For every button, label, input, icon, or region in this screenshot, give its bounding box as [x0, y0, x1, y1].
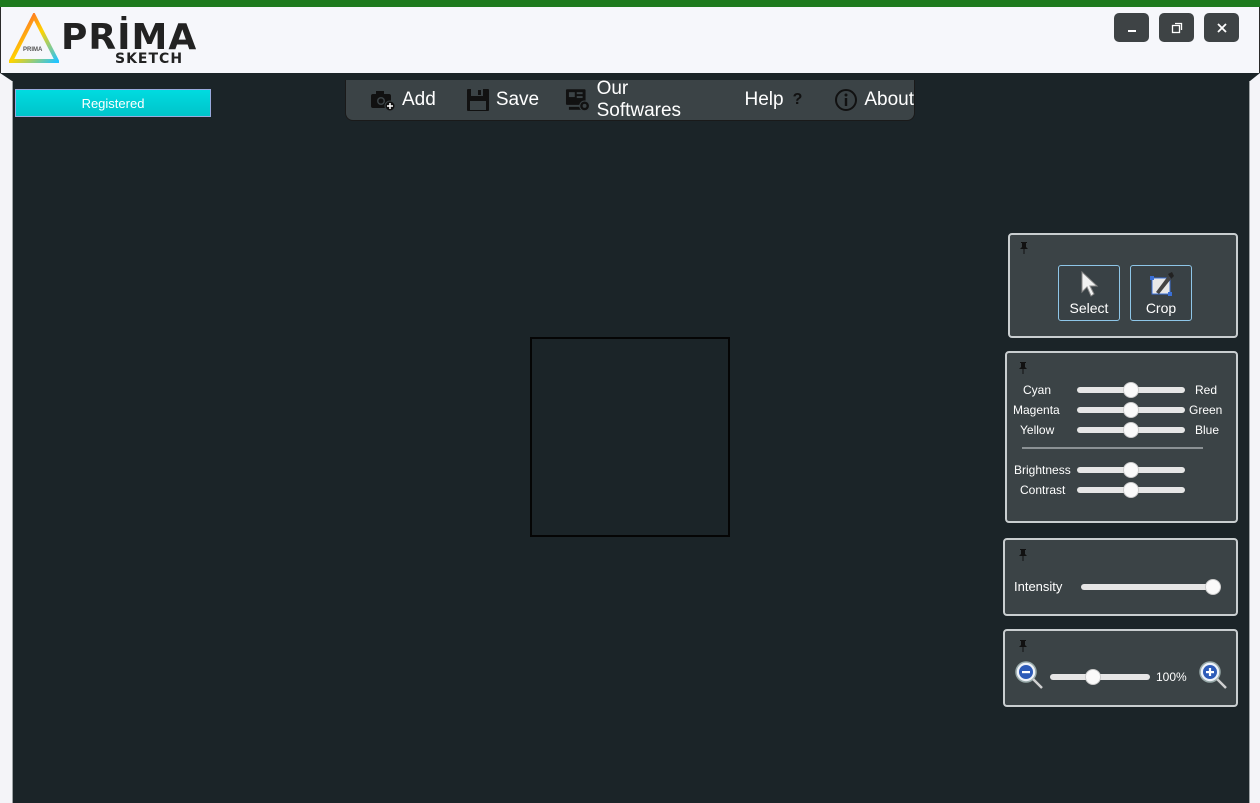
close-icon: [1216, 22, 1227, 33]
restore-icon: [1171, 22, 1182, 33]
zoom-panel: 100%: [1003, 629, 1238, 707]
info-icon: [835, 89, 858, 111]
red-label: Red: [1195, 383, 1218, 397]
camera-add-icon: [371, 91, 396, 112]
slider-knob[interactable]: [1123, 422, 1139, 438]
cursor-arrow-icon: [1081, 270, 1099, 297]
floppy-disk-icon: [466, 89, 489, 111]
main-menu-bar: Add Save Our Softwares Help ? About: [345, 78, 915, 121]
pin-icon[interactable]: [1017, 639, 1029, 653]
logo-subtitle: SKETCH: [115, 51, 184, 67]
cyan-label: Cyan: [1023, 383, 1052, 397]
add-button[interactable]: Add: [370, 80, 436, 120]
intensity-panel: Intensity: [1003, 538, 1238, 616]
window-top-accent: [0, 0, 1260, 7]
software-package-icon: [566, 89, 591, 112]
contrast-slider[interactable]: [1077, 482, 1185, 498]
restore-button[interactable]: [1159, 13, 1194, 42]
crop-tool-label: Crop: [1145, 300, 1177, 316]
title-bar: PRIMA PRİMA SKETCH: [0, 7, 1260, 73]
magenta-label: Magenta: [1013, 403, 1060, 417]
slider-knob[interactable]: [1123, 382, 1139, 398]
help-label: Help: [744, 89, 784, 110]
brightness-slider[interactable]: [1077, 462, 1185, 478]
blue-label: Blue: [1195, 423, 1220, 437]
select-tool-label: Select: [1069, 300, 1109, 316]
pin-icon[interactable]: [1017, 548, 1029, 562]
logo-mark-text: PRIMA: [23, 47, 43, 53]
green-label: Green: [1189, 403, 1223, 417]
brightness-label: Brightness: [1014, 463, 1071, 477]
cyan-red-slider[interactable]: [1077, 382, 1185, 398]
panel-divider: [1022, 447, 1203, 449]
zoom-out-icon[interactable]: [1013, 659, 1045, 691]
tools-panel: Select Crop: [1008, 233, 1238, 338]
slider-knob[interactable]: [1123, 402, 1139, 418]
help-question-icon: ?: [792, 91, 803, 108]
our-softwares-button[interactable]: Our Softwares: [565, 78, 715, 121]
yellow-label: Yellow: [1020, 423, 1055, 437]
select-tool-button[interactable]: Select: [1058, 265, 1120, 321]
color-adjust-panel: Cyan Red Magenta Green Yellow Blue Brigh…: [1005, 351, 1238, 523]
magenta-green-slider[interactable]: [1077, 402, 1185, 418]
intensity-slider[interactable]: [1081, 579, 1221, 595]
zoom-percent: 100%: [1156, 670, 1187, 684]
crop-tool-button[interactable]: Crop: [1130, 265, 1192, 321]
slider-knob[interactable]: [1123, 462, 1139, 478]
zoom-slider[interactable]: [1050, 669, 1150, 685]
help-button[interactable]: Help ?: [744, 80, 802, 120]
slider-knob[interactable]: [1205, 579, 1221, 595]
pin-icon[interactable]: [1018, 241, 1030, 255]
image-canvas[interactable]: [530, 337, 730, 537]
save-button[interactable]: Save: [466, 80, 539, 120]
close-button[interactable]: [1204, 13, 1239, 42]
app-logo: PRIMA PRİMA SKETCH: [9, 13, 196, 69]
intensity-label: Intensity: [1014, 579, 1063, 594]
add-label: Add: [402, 89, 436, 110]
minimize-icon: [1127, 29, 1136, 32]
about-button[interactable]: About: [834, 80, 914, 120]
logo-triangle-icon: [9, 13, 59, 63]
about-label: About: [864, 89, 914, 110]
contrast-label: Contrast: [1020, 483, 1066, 497]
crop-icon: [1150, 272, 1174, 296]
minimize-button[interactable]: [1114, 13, 1149, 42]
pin-icon[interactable]: [1017, 361, 1029, 375]
yellow-blue-slider[interactable]: [1077, 422, 1185, 438]
zoom-in-icon[interactable]: [1197, 659, 1229, 691]
save-label: Save: [495, 89, 540, 110]
our-softwares-label: Our Softwares: [596, 78, 682, 121]
registered-badge: Registered: [15, 89, 211, 117]
slider-knob[interactable]: [1123, 482, 1139, 498]
slider-knob[interactable]: [1085, 669, 1101, 685]
